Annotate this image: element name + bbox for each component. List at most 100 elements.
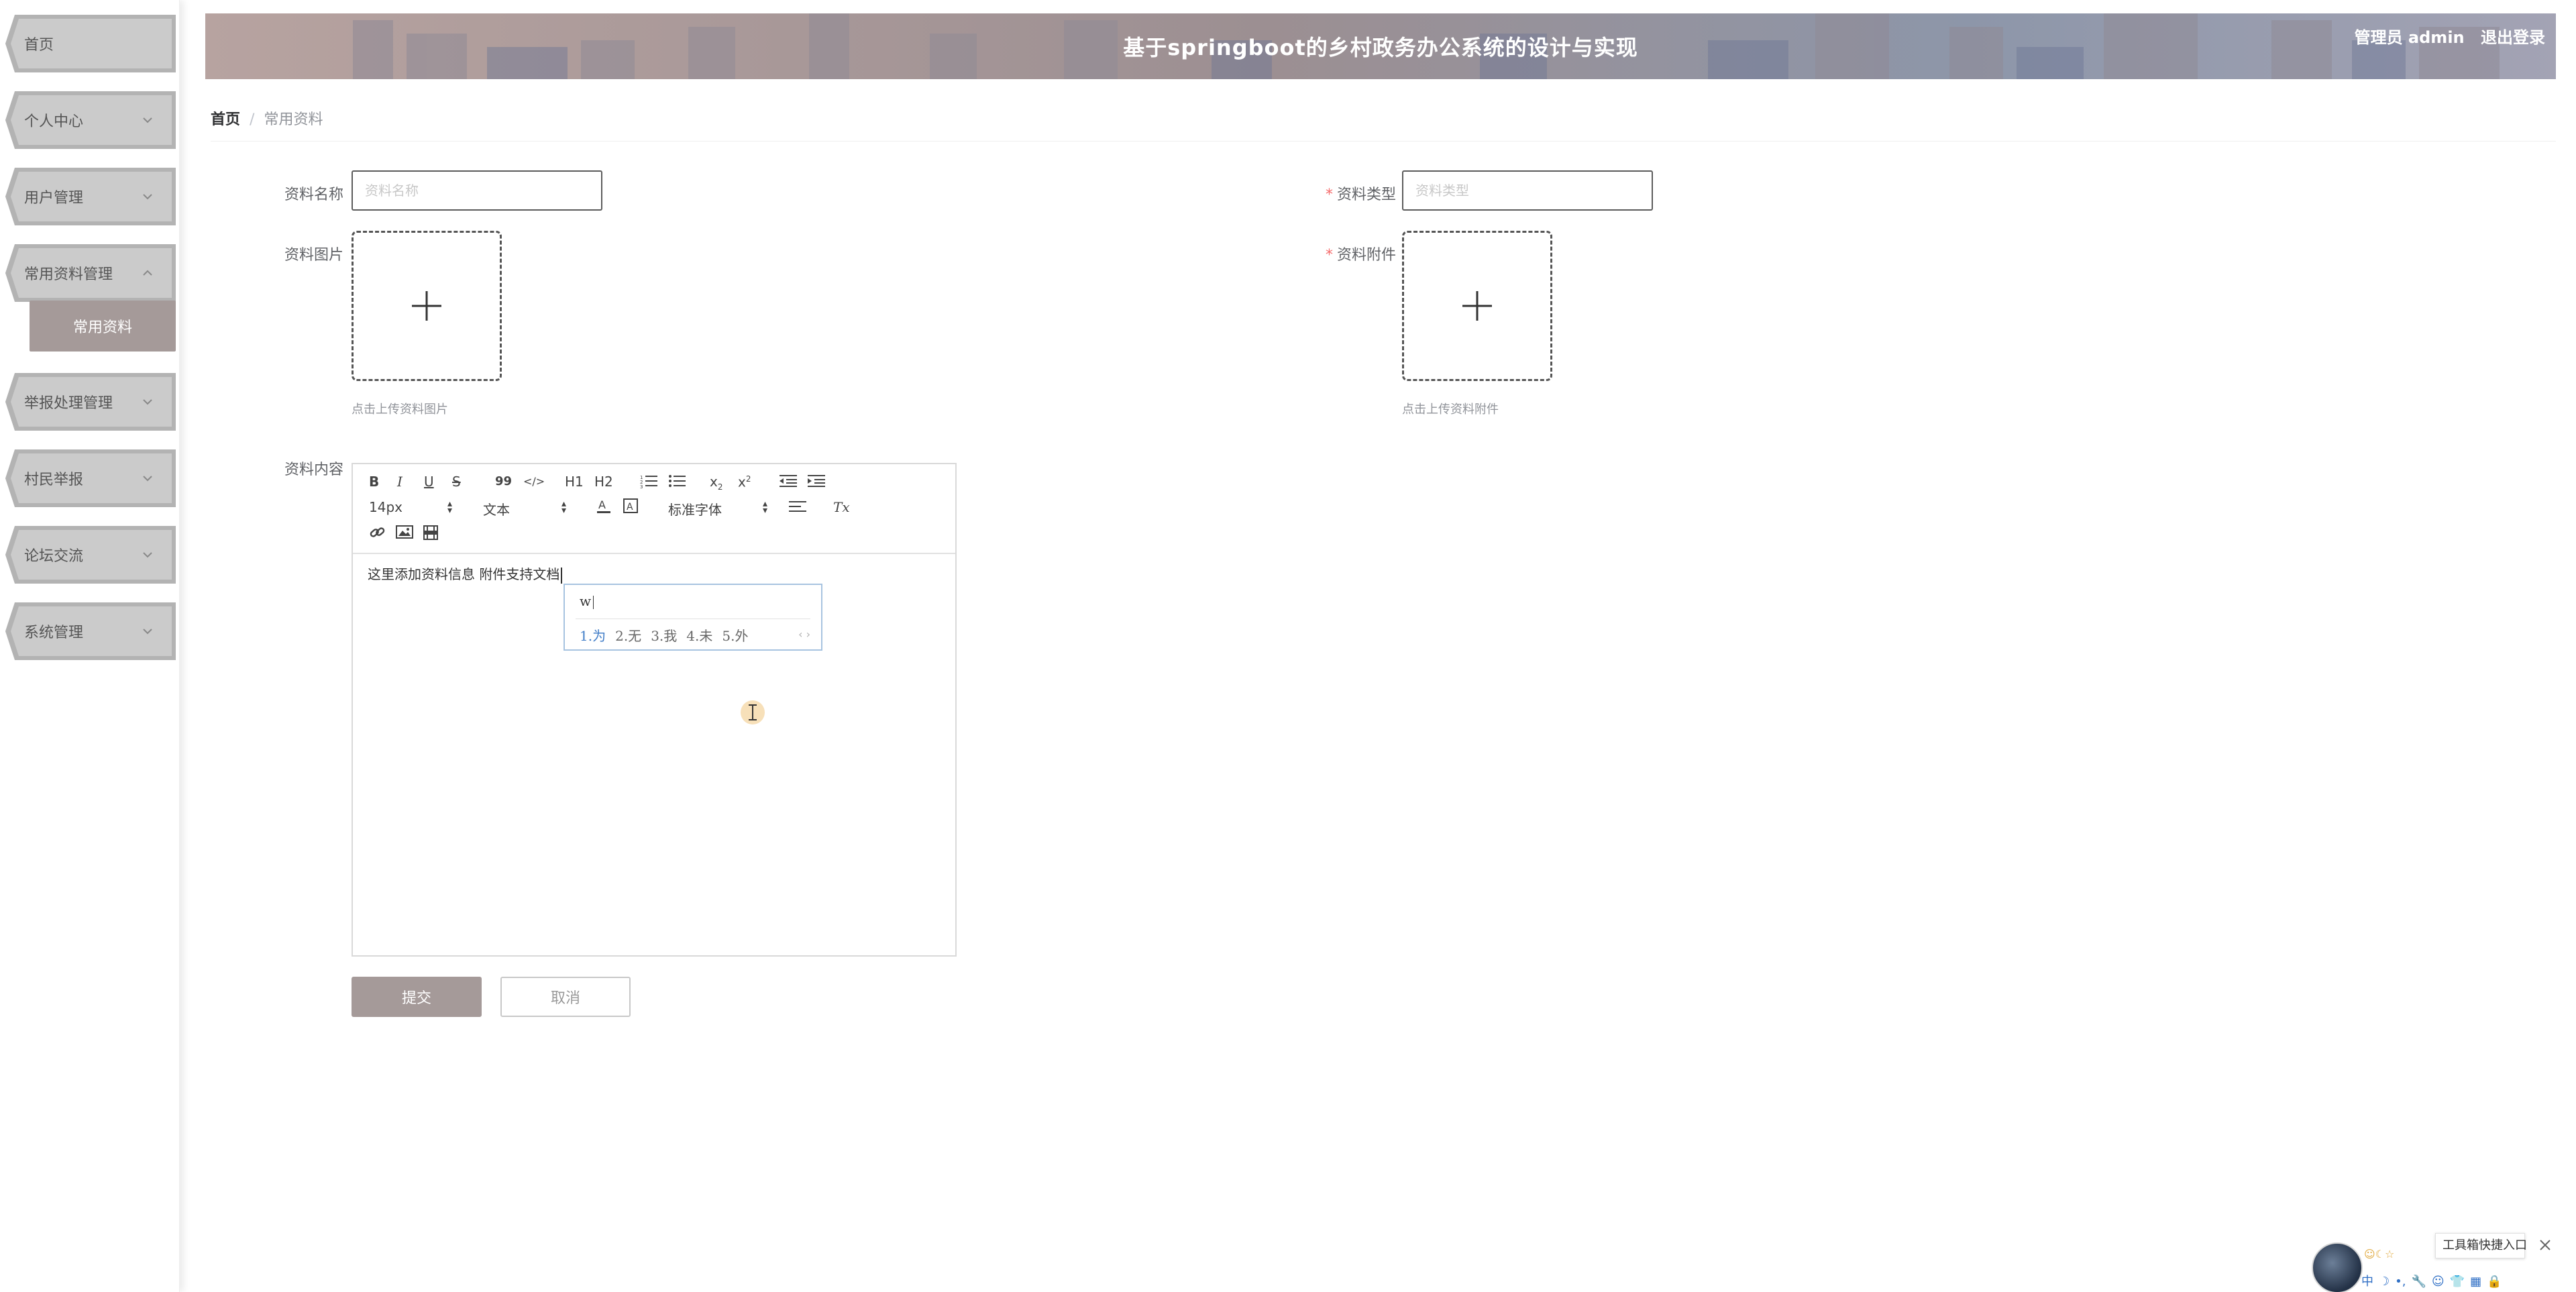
italic-button[interactable]: I [397,474,402,490]
blockquote-button[interactable]: 99 [495,474,512,490]
strikethrough-button[interactable]: S [452,474,461,490]
ime-divider [576,618,810,619]
chevron-up-icon [143,270,152,276]
breadcrumb-current: 常用资料 [264,111,323,128]
ime-candidate-popup: w 1.为 2.无 3.我 4.未 5.外 ‹ › [564,584,822,651]
heading-1-button[interactable]: H1 [565,474,584,490]
font-family-select[interactable]: 标准字体 ▴ ▾ [668,499,767,519]
ime-composition: w [580,593,594,609]
indent-icon[interactable] [808,474,825,492]
rich-text-editor[interactable]: B I U S 99 </> H1 H2 123 x2 x2 14px ▴ ▾ 文本… [352,463,957,957]
punctuation-icon[interactable]: •, [2395,1275,2406,1289]
link-icon[interactable] [369,525,386,544]
sidebar-item-label: 用户管理 [24,190,84,207]
content-label: 资料内容 [284,462,344,478]
chevron-down-icon [143,399,152,405]
breadcrumb: 首页 / 常用资料 [211,107,323,129]
image-label: 资料图片 [284,247,344,264]
editor-toolbar: B I U S 99 </> H1 H2 123 x2 x2 14px ▴ ▾ 文本… [353,464,955,554]
type-label-text: 资料类型 [1337,186,1397,203]
sidebar-item-materials-management[interactable]: 常用资料管理 [0,241,180,305]
superscript-icon[interactable]: x2 [738,471,751,490]
font-family-value: 标准字体 [668,502,722,518]
sidebar-subitem-materials[interactable]: 常用资料 [30,301,176,352]
sidebar-item-personal-center[interactable]: 个人中心 [0,89,180,152]
ime-candidate[interactable]: 1.为 [580,628,606,644]
moon-icon[interactable]: ☽ [2379,1275,2390,1289]
font-color-icon[interactable]: A [596,498,612,519]
image-upload[interactable] [352,231,502,381]
underline-button[interactable]: U [424,474,434,490]
logout-link[interactable]: 退出登录 [2481,28,2545,47]
ime-emoji-icon[interactable]: ☺☾☆ [2364,1248,2394,1260]
sidebar-item-system-management[interactable]: 系统管理 [0,600,180,663]
skin-icon[interactable]: 👕 [2450,1275,2465,1289]
bullet-list-icon[interactable] [668,474,686,492]
subscript-icon[interactable]: x2 [710,474,722,495]
bold-button[interactable]: B [369,474,379,490]
close-icon[interactable] [2537,1237,2553,1253]
sidebar-item-label: 村民举报 [24,472,84,488]
code-block-button[interactable]: </> [523,474,545,490]
chevron-down-icon [143,629,152,635]
breadcrumb-separator: / [250,111,255,128]
outdent-icon[interactable] [780,474,797,492]
type-input[interactable] [1402,170,1653,211]
image-upload-hint: 点击上传资料图片 [352,402,448,417]
select-arrows-icon: ▴ ▾ [447,498,452,516]
font-size-select[interactable]: 14px ▴ ▾ [369,499,452,515]
user-area: 管理员 admin 退出登录 [2344,24,2545,48]
align-icon[interactable] [789,499,806,517]
attachment-upload[interactable] [1402,231,1552,381]
ime-candidates: 1.为 2.无 3.我 4.未 5.外 [580,625,757,645]
toolbox-shortcut-tip[interactable]: 工具箱快捷入口 [2435,1233,2527,1258]
sidebar: 首页 个人中心 用户管理 常用资料管理 常用资料 举报处理管理 村民举报 论坛交… [0,0,180,1292]
paragraph-format-value: 文本 [483,502,510,518]
ime-candidate[interactable]: 4.未 [686,628,712,644]
sidebar-item-villager-reports[interactable]: 村民举报 [0,447,180,510]
cancel-button[interactable]: 取消 [500,977,631,1017]
wrench-icon[interactable]: 🔧 [2411,1275,2426,1289]
sidebar-subitem-label: 常用资料 [72,319,132,336]
chevron-down-icon [143,194,152,200]
svg-text:3: 3 [640,484,643,488]
emoji-icon[interactable]: ☺ [2432,1275,2445,1289]
submit-button[interactable]: 提交 [352,977,482,1017]
name-input[interactable] [352,170,602,211]
video-icon[interactable] [423,525,439,544]
ordered-list-icon[interactable]: 123 [640,474,657,492]
sidebar-item-forum[interactable]: 论坛交流 [0,523,180,586]
ime-candidate[interactable]: 2.无 [615,628,641,644]
ime-candidate[interactable]: 3.我 [651,628,677,644]
image-icon[interactable] [396,525,413,543]
sidebar-item-report-handling[interactable]: 举报处理管理 [0,370,180,433]
editor-content[interactable]: 这里添加资料信息 附件支持文档 [368,563,563,584]
ime-candidate[interactable]: 5.外 [722,628,748,644]
ime-composition-text: w [580,593,592,609]
mouse-cursor-ibeam-icon [741,700,765,724]
font-size-value: 14px [369,499,402,515]
ime-mode-chinese-icon[interactable]: 中 [2361,1275,2373,1289]
sidebar-item-home[interactable]: 首页 [0,12,180,75]
required-mark: * [1326,186,1333,203]
ime-page-arrows-icon[interactable]: ‹ › [798,628,810,641]
required-mark: * [1326,247,1333,264]
sidebar-item-user-management[interactable]: 用户管理 [0,165,180,228]
sidebar-item-label: 举报处理管理 [24,395,113,412]
background-color-icon[interactable]: A [623,498,639,519]
chevron-down-icon [143,476,152,482]
divider [211,141,2556,142]
paragraph-format-select[interactable]: 文本 ▴ ▾ [483,499,566,519]
lock-icon[interactable]: 🔒 [2487,1275,2502,1289]
attachment-label: * 资料附件 [1326,243,1396,264]
breadcrumb-home[interactable]: 首页 [211,111,240,128]
ime-caret [593,595,594,609]
heading-2-button[interactable]: H2 [594,474,613,490]
grid-icon[interactable]: ▦ [2470,1275,2481,1289]
svg-text:A: A [598,498,606,511]
ime-avatar-icon[interactable] [2312,1242,2363,1292]
chevron-down-icon [143,552,152,558]
clear-format-button[interactable]: Tx [833,499,850,515]
svg-text:A: A [627,502,633,513]
chevron-down-icon [143,117,152,123]
